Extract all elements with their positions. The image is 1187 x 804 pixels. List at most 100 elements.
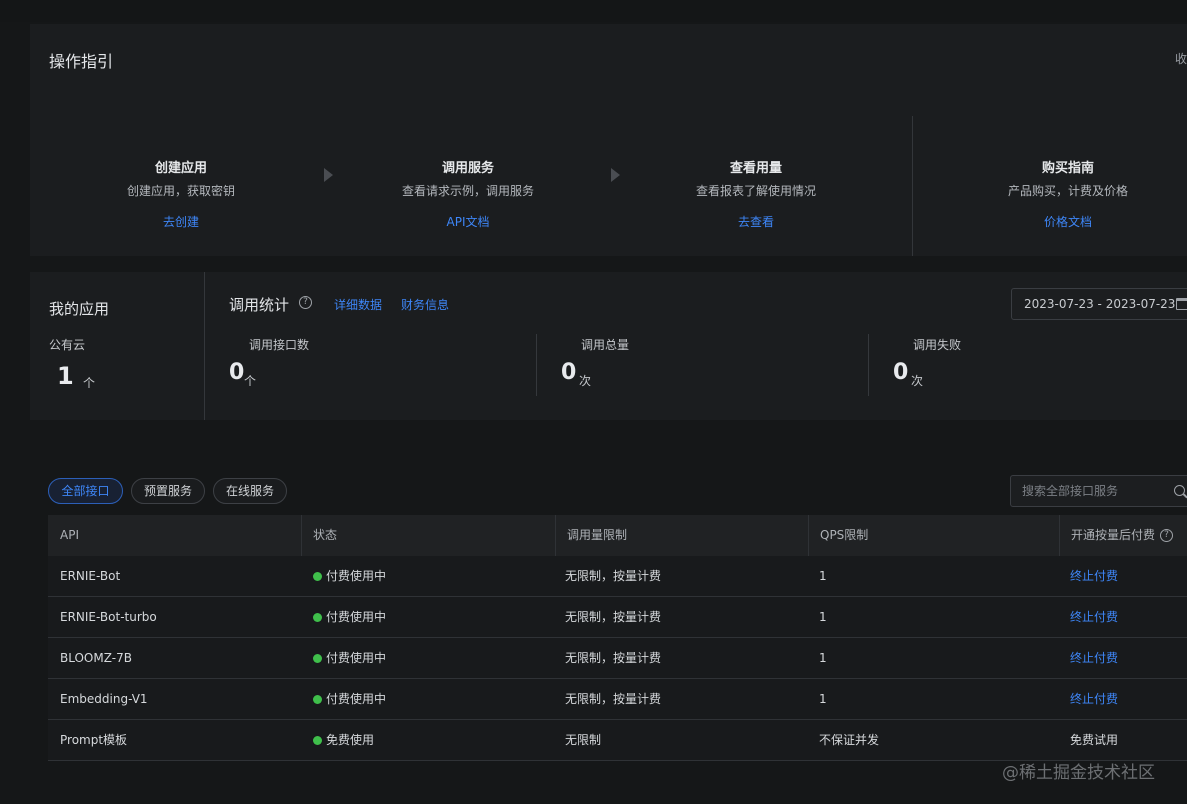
my-apps-title: 我的应用: [49, 300, 110, 318]
stop-payment-link[interactable]: 终止付费: [1058, 638, 1118, 678]
guide-title: 操作指引: [49, 52, 114, 71]
metric-unit: 次: [911, 374, 924, 388]
status-text: 付费使用中: [326, 569, 387, 583]
watermark: @稀土掘金技术社区: [1002, 763, 1155, 783]
col-header-qps: QPS限制: [820, 528, 869, 542]
api-name: Embedding-V1: [60, 692, 148, 706]
table-header: API 状态 调用量限制 QPS限制 开通按量后付费 ?: [48, 515, 1187, 556]
step-arrow-icon: [324, 168, 333, 182]
col-header-postpay: 开通按量后付费: [1071, 528, 1156, 542]
help-icon[interactable]: ?: [299, 296, 312, 309]
qps-limit: 1: [819, 610, 827, 624]
stats-title: 调用统计: [229, 296, 290, 314]
pricing-docs-link[interactable]: 价格文档: [1044, 213, 1092, 230]
my-apps-card: 我的应用 公有云 1 个: [30, 272, 204, 420]
step-title: 购买指南: [1041, 161, 1094, 176]
search-icon[interactable]: [1174, 485, 1185, 496]
search-input[interactable]: [1022, 483, 1172, 499]
status-cell: 付费使用中: [301, 638, 386, 678]
date-range-value: 2023-07-23 - 2023-07-23: [1024, 297, 1176, 311]
metric-label: 调用接口数: [249, 338, 310, 352]
metric-value: 0: [229, 360, 245, 385]
guide-step-view-usage: 查看用量 查看报表了解使用情况 去查看: [626, 157, 886, 230]
guide-divider: [912, 116, 913, 256]
stop-payment-link[interactable]: 终止付费: [1058, 597, 1118, 637]
call-limit: 无限制，按量计费: [565, 610, 662, 624]
metric-unit: 个: [244, 374, 257, 388]
go-create-link[interactable]: 去创建: [163, 213, 199, 230]
metric-label: 调用失败: [913, 338, 962, 352]
go-view-link[interactable]: 去查看: [738, 213, 774, 230]
search-box: [1010, 475, 1187, 507]
api-name: BLOOMZ-7B: [60, 651, 132, 665]
status-cell: 付费使用中: [301, 679, 386, 719]
step-title: 调用服务: [441, 161, 494, 176]
table-row: ERNIE-Bot-turbo 付费使用中 无限制，按量计费 1 终止付费: [48, 597, 1187, 638]
status-text: 免费使用: [326, 733, 375, 747]
step-title: 查看用量: [729, 161, 782, 176]
free-trial-label: 免费试用: [1070, 733, 1119, 747]
calendar-icon: [1176, 298, 1187, 310]
app-count: 1: [57, 362, 74, 390]
table-row: Embedding-V1 付费使用中 无限制，按量计费 1 终止付费: [48, 679, 1187, 720]
status-text: 付费使用中: [326, 610, 387, 624]
app-count-unit: 个: [83, 376, 96, 390]
status-cell: 付费使用中: [301, 597, 386, 637]
step-title: 创建应用: [154, 161, 207, 176]
status-cell: 免费使用: [301, 720, 374, 760]
date-range-picker[interactable]: 2023-07-23 - 2023-07-23: [1011, 288, 1187, 320]
help-icon[interactable]: ?: [1160, 529, 1173, 542]
table-row: ERNIE-Bot 付费使用中 无限制，按量计费 1 终止付费: [48, 556, 1187, 597]
col-header-call-limit: 调用量限制: [567, 528, 628, 542]
status-dot-icon: [313, 736, 322, 745]
col-header-status: 状态: [313, 528, 338, 542]
qps-limit: 1: [819, 569, 827, 583]
status-cell: 付费使用中: [301, 556, 386, 596]
operation-guide-panel: 操作指引 收 创建应用 创建应用，获取密钥 去创建 调用服务 查看请求示例，调用…: [30, 24, 1187, 256]
table-row: Prompt模板 免费使用 无限制 不保证并发 免费试用: [48, 720, 1187, 761]
public-cloud-label: 公有云: [49, 338, 86, 352]
qps-limit: 1: [819, 651, 827, 665]
step-desc: 查看报表了解使用情况: [695, 184, 816, 198]
api-table: API 状态 调用量限制 QPS限制 开通按量后付费 ? ERNIE-Bot 付…: [48, 515, 1187, 761]
stop-payment-link[interactable]: 终止付费: [1058, 679, 1118, 719]
status-text: 付费使用中: [326, 692, 387, 706]
table-row: BLOOMZ-7B 付费使用中 无限制，按量计费 1 终止付费: [48, 638, 1187, 679]
step-desc: 查看请求示例，调用服务: [401, 184, 534, 198]
filter-preset-services[interactable]: 预置服务: [131, 478, 205, 504]
call-limit: 无限制，按量计费: [565, 692, 662, 706]
step-desc: 创建应用，获取密钥: [126, 184, 235, 198]
col-header-api: API: [60, 528, 79, 542]
stop-payment-link[interactable]: 终止付费: [1058, 556, 1118, 596]
metric-value: 0: [893, 360, 909, 385]
guide-step-create-app: 创建应用 创建应用，获取密钥 去创建: [51, 157, 311, 230]
top-strip: [0, 0, 1187, 22]
finance-info-link[interactable]: 财务信息: [401, 296, 449, 313]
status-dot-icon: [313, 613, 322, 622]
guide-step-call-service: 调用服务 查看请求示例，调用服务 API文档: [338, 157, 598, 230]
metric-label: 调用总量: [581, 338, 630, 352]
call-limit: 无限制，按量计费: [565, 569, 662, 583]
status-text: 付费使用中: [326, 651, 387, 665]
guide-step-purchase: 购买指南 产品购买，计费及价格 价格文档: [938, 157, 1187, 230]
qps-limit: 不保证并发: [819, 733, 880, 747]
filter-all-apis[interactable]: 全部接口: [48, 478, 123, 504]
metric-unit: 次: [579, 374, 592, 388]
call-stats-panel: 调用统计 ? 详细数据 财务信息 2023-07-23 - 2023-07-23…: [205, 272, 1187, 420]
status-dot-icon: [313, 572, 322, 581]
filter-online-services[interactable]: 在线服务: [213, 478, 287, 504]
step-arrow-icon: [611, 168, 620, 182]
call-limit: 无限制，按量计费: [565, 651, 662, 665]
api-name: ERNIE-Bot-turbo: [60, 610, 157, 624]
metric-api-count: 调用接口数 0 个: [205, 334, 535, 396]
status-dot-icon: [313, 695, 322, 704]
detail-data-link[interactable]: 详细数据: [334, 296, 382, 313]
metric-total-calls: 调用总量 0 次: [537, 334, 867, 396]
api-docs-link[interactable]: API文档: [447, 213, 490, 230]
metric-failed-calls: 调用失败 0 次: [869, 334, 1187, 396]
call-limit: 无限制: [565, 733, 602, 747]
metric-value: 0: [561, 360, 577, 385]
status-dot-icon: [313, 654, 322, 663]
step-desc: 产品购买，计费及价格: [1007, 184, 1128, 198]
guide-collapse-button[interactable]: 收: [1175, 50, 1187, 67]
